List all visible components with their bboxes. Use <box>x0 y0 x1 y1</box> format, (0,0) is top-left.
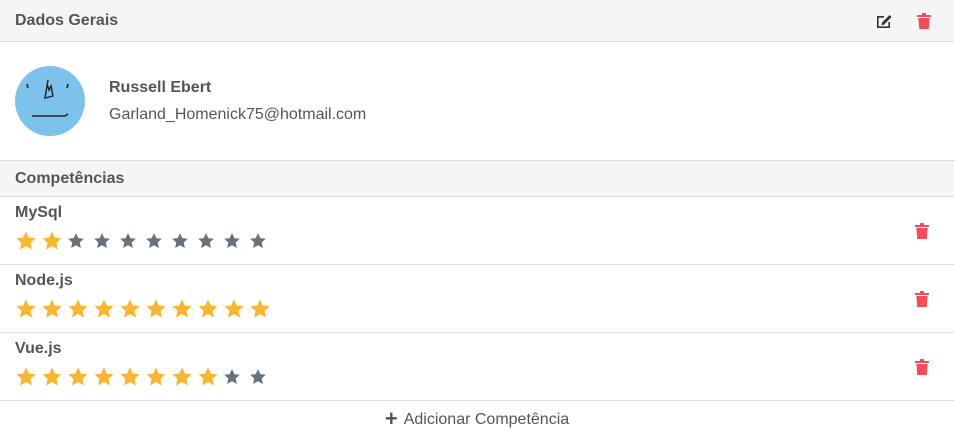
star-filled-icon[interactable] <box>197 297 223 321</box>
skill-name: MySql <box>15 203 63 221</box>
star-empty-icon[interactable] <box>67 229 93 253</box>
star-rating[interactable] <box>15 297 275 321</box>
star-filled-icon[interactable] <box>67 297 93 321</box>
star-empty-icon[interactable] <box>197 229 223 253</box>
star-filled-icon[interactable] <box>223 297 249 321</box>
skill-row: Node.js <box>0 265 954 333</box>
star-empty-icon[interactable] <box>119 229 145 253</box>
trash-icon[interactable] <box>915 222 929 239</box>
skill-info: Node.js <box>15 272 275 321</box>
star-empty-icon[interactable] <box>171 229 197 253</box>
star-filled-icon[interactable] <box>119 297 145 321</box>
skill-info: MySql <box>15 204 275 253</box>
skill-row: Vue.js <box>0 333 954 401</box>
skill-name: Vue.js <box>15 339 62 357</box>
star-filled-icon[interactable] <box>171 365 197 389</box>
star-filled-icon[interactable] <box>15 229 41 253</box>
star-empty-icon[interactable] <box>145 229 171 253</box>
star-empty-icon[interactable] <box>93 229 119 253</box>
star-filled-icon[interactable] <box>119 365 145 389</box>
star-empty-icon[interactable] <box>223 229 249 253</box>
star-empty-icon[interactable] <box>223 365 249 389</box>
star-filled-icon[interactable] <box>15 297 41 321</box>
star-filled-icon[interactable] <box>197 365 223 389</box>
skill-info: Vue.js <box>15 340 275 389</box>
star-empty-icon[interactable] <box>249 229 275 253</box>
star-filled-icon[interactable] <box>41 229 67 253</box>
plus-icon: + <box>384 406 398 431</box>
star-rating[interactable] <box>15 229 275 253</box>
add-skill-row: + Adicionar Competência <box>0 401 954 439</box>
star-rating[interactable] <box>15 365 275 389</box>
trash-icon[interactable] <box>915 290 929 307</box>
trash-icon[interactable] <box>915 358 929 375</box>
skill-row: MySql <box>0 197 954 265</box>
edit-icon[interactable] <box>875 13 893 29</box>
star-filled-icon[interactable] <box>93 297 119 321</box>
avatar <box>15 66 85 136</box>
add-skill-label: Adicionar Competência <box>403 411 570 428</box>
general-header: Dados Gerais <box>0 0 954 42</box>
star-filled-icon[interactable] <box>15 365 41 389</box>
general-title: Dados Gerais <box>15 11 119 29</box>
skill-name: Node.js <box>15 271 73 289</box>
star-filled-icon[interactable] <box>41 297 67 321</box>
star-filled-icon[interactable] <box>249 297 275 321</box>
skills-list: MySql Node.js Vue.js <box>0 197 954 401</box>
star-filled-icon[interactable] <box>41 365 67 389</box>
star-filled-icon[interactable] <box>145 297 171 321</box>
skills-header: Competências <box>0 160 954 197</box>
header-actions <box>875 12 939 29</box>
profile-info: Russell Ebert Garland_Homenick75@hotmail… <box>109 79 366 124</box>
star-filled-icon[interactable] <box>145 365 171 389</box>
star-filled-icon[interactable] <box>67 365 93 389</box>
add-skill-button[interactable]: + Adicionar Competência <box>384 406 570 431</box>
profile-email: Garland_Homenick75@hotmail.com <box>109 105 367 123</box>
profile-card: Russell Ebert Garland_Homenick75@hotmail… <box>0 42 954 160</box>
star-empty-icon[interactable] <box>249 365 275 389</box>
profile-name: Russell Ebert <box>109 78 212 96</box>
star-filled-icon[interactable] <box>171 297 197 321</box>
skills-title: Competências <box>15 169 125 187</box>
trash-icon[interactable] <box>917 12 931 29</box>
star-filled-icon[interactable] <box>93 365 119 389</box>
